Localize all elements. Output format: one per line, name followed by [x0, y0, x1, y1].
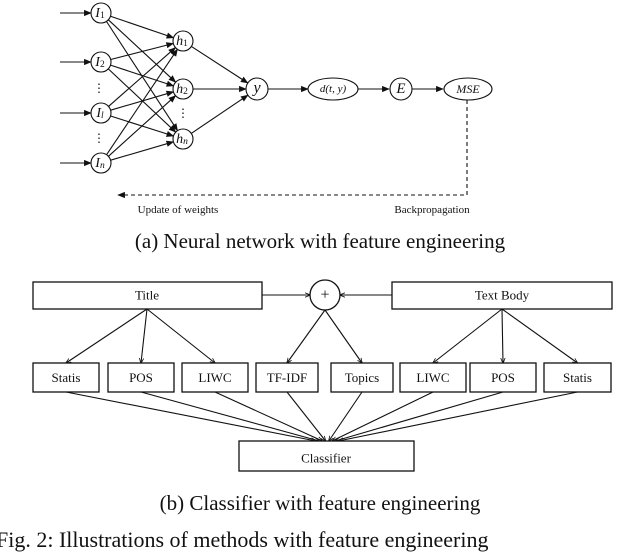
ellipsis-icon: ⋮ [177, 106, 189, 120]
feature-box-label: LIWC [416, 370, 449, 385]
ellipsis-icon: ⋮ [93, 131, 105, 145]
feature-box-label: Topics [345, 370, 379, 385]
caption-b: (b) Classifier with feature engineering [159, 491, 481, 515]
feature-classifier-edge [329, 391, 363, 441]
combine-feature-edge [287, 309, 326, 363]
text-body-box-label: Text Body [475, 288, 530, 303]
combine-feature-edge [324, 309, 362, 363]
weight-edge [106, 48, 178, 156]
caption-a: (a) Neural network with feature engineer… [134, 229, 506, 253]
update-weights-label: Update of weights [138, 204, 219, 216]
weight-edge [110, 140, 175, 161]
body-feature-edge [502, 308, 503, 363]
backprop-label: Backpropagation [394, 204, 470, 216]
feature-classifier-edge [338, 391, 578, 441]
feature-classifier-edge [65, 391, 316, 441]
loss-node-label: MSE [455, 82, 480, 96]
hidden-output-edge [190, 94, 249, 134]
error-node-label: E [395, 81, 405, 97]
backprop-path [117, 100, 468, 199]
weight-edge [110, 90, 175, 111]
body-feature-edge [433, 308, 503, 363]
hidden-output-edge [191, 45, 249, 84]
ellipsis-icon: ⋮ [93, 81, 105, 95]
feature-box-label: POS [129, 370, 153, 385]
title-feature-edge [66, 308, 148, 363]
plus-icon: + [320, 287, 329, 304]
diagram-canvas: I1I2IlInh1h2hn⋮⋮⋮y d(t, y) E MSEUpdate of w… [32, 2, 613, 472]
body-feature-edge [501, 308, 578, 363]
weight-edge [110, 15, 175, 39]
feature-box-label: Statis [52, 370, 81, 385]
figure-caption: Fig. 2: Illustrations of methods with fe… [0, 527, 489, 552]
title-feature-edge [141, 308, 148, 363]
feature-box-label: TF-IDF [267, 370, 307, 385]
distance-node-label: d(t, y) [320, 83, 347, 95]
feature-box-label: Statis [563, 370, 592, 385]
weight-edge [108, 47, 177, 107]
classifier-box-label: Classifier [301, 451, 351, 466]
feature-box-label: POS [491, 370, 515, 385]
title-feature-edge [146, 308, 215, 363]
feature-box-label: LIWC [198, 370, 231, 385]
weight-edge [108, 95, 177, 157]
title-box-label: Title [135, 288, 159, 303]
output-node-label: y [251, 80, 261, 97]
